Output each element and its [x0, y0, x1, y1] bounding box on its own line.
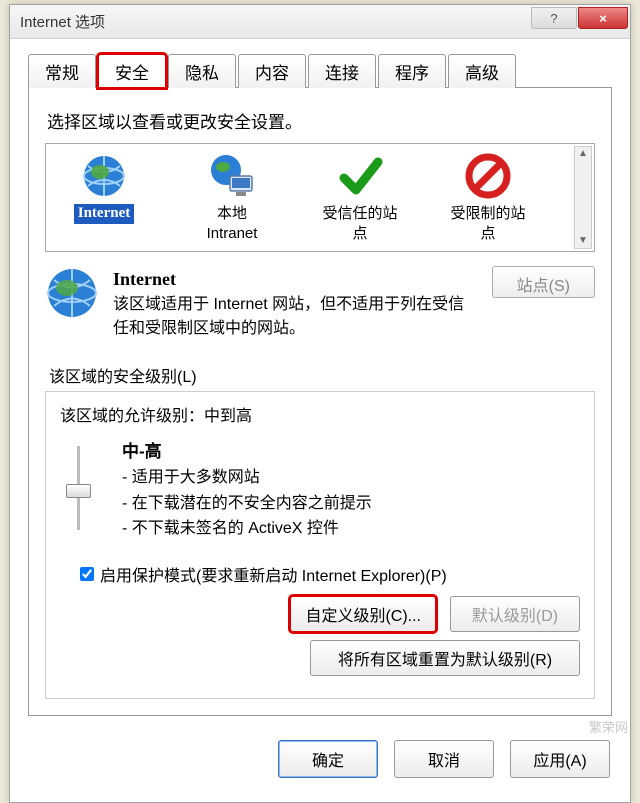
tab-privacy[interactable]: 隐私 — [168, 54, 236, 88]
protected-mode-row[interactable]: 启用保护模式(要求重新启动 Internet Explorer)(P) — [80, 562, 580, 586]
zone-scrollbar[interactable]: ▲ ▼ — [574, 146, 592, 249]
zone-heading: Internet — [113, 266, 478, 293]
zone-description: Internet 该区域适用于 Internet 网站，但不适用于列在受信任和受… — [113, 266, 478, 341]
tab-general[interactable]: 常规 — [28, 54, 96, 88]
titlebar[interactable]: Internet 选项 ? × — [10, 5, 630, 39]
slider-thumb[interactable] — [66, 484, 91, 498]
reset-all-button[interactable]: 将所有区域重置为默认级别(R) — [310, 640, 580, 676]
level-info: 中-高 - 适用于大多数网站 - 在下载潜在的不安全内容之前提示 - 不下载未签… — [122, 438, 372, 542]
dialog-window: Internet 选项 ? × 常规 安全 隐私 内容 连接 程序 高级 选择区… — [9, 4, 631, 803]
protected-mode-checkbox[interactable] — [80, 567, 94, 581]
zone-sublabel: 点 — [352, 224, 367, 244]
prohibit-icon — [464, 152, 512, 200]
zone-desc-text: 该区域适用于 Internet 网站，但不适用于列在受信任和受限制区域中的网站。 — [113, 293, 478, 341]
custom-level-button[interactable]: 自定义级别(C)... — [290, 596, 436, 632]
security-slider[interactable] — [60, 438, 96, 530]
allowed-levels: 该区域的允许级别：中到高 — [60, 402, 580, 426]
checkmark-icon — [336, 152, 384, 200]
default-level-button[interactable]: 默认级别(D) — [450, 596, 580, 632]
globe-icon — [45, 266, 99, 320]
zone-local-intranet[interactable]: 本地 Intranet — [180, 152, 284, 243]
scroll-down-icon[interactable]: ▼ — [576, 234, 590, 248]
globe-icon — [80, 152, 128, 200]
zone-label: 受限制的站 — [450, 204, 525, 224]
window-title: Internet 选项 — [20, 11, 105, 32]
security-level-group: 该区域的允许级别：中到高 中-高 - 适用于大多数网站 - 在下载潜在的不安全内… — [45, 391, 595, 699]
zone-label: 受信任的站 — [322, 204, 397, 224]
zone-list: Internet 本地 Intranet 受信任的站 点 受限 — [45, 143, 595, 252]
scroll-up-icon[interactable]: ▲ — [576, 147, 590, 161]
level-bullet: - 不下载未签名的 ActiveX 控件 — [122, 516, 372, 542]
tab-advanced[interactable]: 高级 — [448, 54, 516, 88]
security-level-label: 该区域的安全级别(L) — [49, 363, 595, 387]
tab-programs[interactable]: 程序 — [378, 54, 446, 88]
cancel-button[interactable]: 取消 — [394, 740, 494, 778]
help-button[interactable]: ? — [531, 7, 577, 29]
dialog-buttons: 确定 取消 应用(A) — [10, 726, 630, 794]
zone-internet[interactable]: Internet — [52, 152, 156, 224]
level-bullet: - 适用于大多数网站 — [122, 465, 372, 491]
zone-label: 本地 — [217, 204, 247, 224]
tab-content[interactable]: 内容 — [238, 54, 306, 88]
tab-security[interactable]: 安全 — [98, 54, 166, 88]
zone-trusted[interactable]: 受信任的站 点 — [308, 152, 412, 243]
tab-strip: 常规 安全 隐私 内容 连接 程序 高级 — [10, 39, 630, 87]
close-button[interactable]: × — [578, 7, 628, 29]
tab-connections[interactable]: 连接 — [308, 54, 376, 88]
zone-sublabel: Intranet — [207, 224, 258, 244]
level-bullet: - 在下载潜在的不安全内容之前提示 — [122, 491, 372, 517]
zone-detail: Internet 该区域适用于 Internet 网站，但不适用于列在受信任和受… — [45, 266, 595, 341]
zone-sublabel: 点 — [480, 224, 495, 244]
ok-button[interactable]: 确定 — [278, 740, 378, 778]
sites-button[interactable]: 站点(S) — [492, 266, 595, 298]
current-level: 中-高 — [122, 438, 372, 465]
protected-mode-label: 启用保护模式(要求重新启动 Internet Explorer)(P) — [100, 562, 447, 586]
apply-button[interactable]: 应用(A) — [510, 740, 610, 778]
zone-label: Internet — [74, 204, 135, 224]
zone-select-label: 选择区域以查看或更改安全设置。 — [47, 108, 595, 133]
tab-content-panel: 选择区域以查看或更改安全设置。 Internet 本地 Intranet 受信任 — [28, 87, 612, 716]
globe-monitor-icon — [208, 152, 256, 200]
zone-restricted[interactable]: 受限制的站 点 — [436, 152, 540, 243]
